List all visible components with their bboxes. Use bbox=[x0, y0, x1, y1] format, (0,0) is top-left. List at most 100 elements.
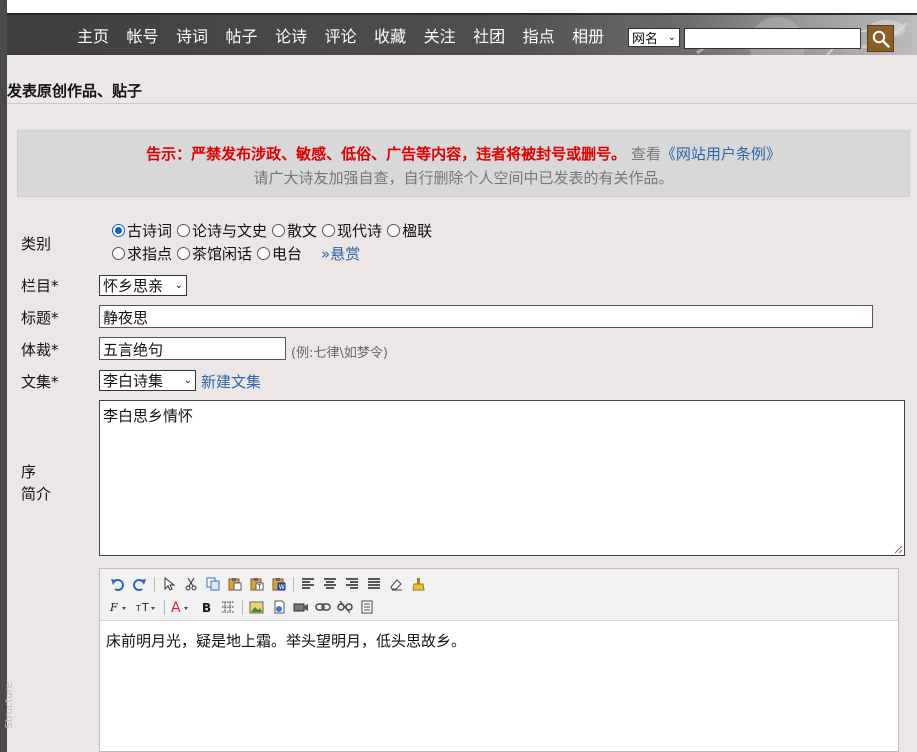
genre-label: 体裁* bbox=[21, 341, 59, 359]
svg-text:W: W bbox=[278, 584, 284, 591]
category-option-classical[interactable]: 古诗词 bbox=[112, 220, 172, 241]
toolbar-separator bbox=[242, 599, 243, 615]
category-option-couplet[interactable]: 楹联 bbox=[387, 220, 432, 241]
top-navbar: 主页 帐号 诗词 帖子 论诗 评论 收藏 关注 社团 指点 相册 网名 ⌄ bbox=[7, 13, 917, 55]
search-input[interactable] bbox=[684, 28, 861, 49]
paste-text-icon[interactable]: T bbox=[247, 575, 266, 594]
editor-toolbar: T W F T T A B bbox=[100, 569, 898, 621]
column-select[interactable]: 怀乡思亲 ⌄ bbox=[99, 275, 187, 296]
resize-grip-icon[interactable] bbox=[894, 545, 903, 554]
source-icon[interactable] bbox=[357, 598, 376, 617]
genre-input[interactable]: 五言绝句 bbox=[99, 337, 286, 360]
category-option-radio[interactable]: 电台 bbox=[257, 243, 302, 264]
intro-label: 简介 bbox=[21, 485, 52, 503]
radio-checked-icon bbox=[112, 224, 125, 237]
search-type-select[interactable]: 网名 ⌄ bbox=[628, 28, 680, 47]
insert-media-icon[interactable] bbox=[269, 598, 288, 617]
copy-icon[interactable] bbox=[203, 575, 222, 594]
select-all-icon[interactable] bbox=[159, 575, 178, 594]
redo-icon[interactable] bbox=[130, 575, 149, 594]
toolbar-separator bbox=[164, 599, 165, 615]
nav-home[interactable]: 主页 bbox=[77, 23, 109, 47]
paste-word-icon[interactable]: W bbox=[269, 575, 288, 594]
svg-text:T: T bbox=[136, 604, 141, 613]
nav-account[interactable]: 帐号 bbox=[127, 23, 159, 47]
align-left-icon[interactable] bbox=[298, 575, 317, 594]
toolbar-row-2: F TT A B bbox=[108, 597, 379, 617]
toolbar-separator bbox=[154, 576, 155, 592]
column-label: 栏目* bbox=[21, 277, 59, 295]
eraser-icon[interactable] bbox=[386, 575, 405, 594]
undo-icon[interactable] bbox=[108, 575, 127, 594]
toolbar-separator bbox=[293, 576, 294, 592]
notice-warning: 告示：严禁发布涉政、敏感、低俗、广告等内容，违者将被封号或删号。 bbox=[146, 145, 627, 163]
column-select-value: 怀乡思亲 bbox=[103, 277, 164, 295]
radio-icon bbox=[322, 224, 336, 237]
category-option-criticism[interactable]: 论诗与文史 bbox=[177, 220, 267, 241]
preface-text: 李白思乡情怀 bbox=[103, 407, 194, 425]
align-right-icon[interactable] bbox=[342, 575, 361, 594]
category-label: 类别 bbox=[21, 235, 52, 253]
top-strip bbox=[7, 0, 917, 13]
collection-select-value: 李白诗集 bbox=[103, 372, 164, 390]
nav-album[interactable]: 相册 bbox=[572, 23, 604, 47]
nav-clubs[interactable]: 社团 bbox=[473, 23, 505, 47]
category-option-teahouse[interactable]: 茶馆闲话 bbox=[177, 243, 252, 264]
category-option-guidance[interactable]: 求指点 bbox=[112, 243, 172, 264]
chevron-down-icon: ⌄ bbox=[174, 280, 183, 291]
nav-menu: 主页 帐号 诗词 帖子 论诗 评论 收藏 关注 社团 指点 相册 bbox=[77, 15, 622, 55]
body-editor: T W F T T A B 床前明月光，疑是地上霜。举头望明月，低头思故乡。 bbox=[99, 568, 899, 752]
category-row-1: 古诗词 论诗与文史 散文 现代诗 楹联 bbox=[112, 220, 437, 241]
nav-guidance[interactable]: 指点 bbox=[523, 23, 555, 47]
cut-icon[interactable] bbox=[181, 575, 200, 594]
category-row-2: 求指点 茶馆闲话 电台 »悬赏 bbox=[112, 243, 360, 264]
format-brush-icon[interactable] bbox=[408, 575, 427, 594]
svg-text:A: A bbox=[171, 600, 181, 614]
toolbar-row-1: T W bbox=[108, 574, 430, 594]
justify-icon[interactable] bbox=[364, 575, 383, 594]
nav-discussion[interactable]: 论诗 bbox=[275, 23, 307, 47]
font-color-icon[interactable]: A bbox=[169, 598, 193, 617]
title-label: 标题* bbox=[21, 309, 59, 327]
svg-text:T: T bbox=[141, 601, 149, 613]
category-option-modern[interactable]: 现代诗 bbox=[322, 220, 382, 241]
bounty-link[interactable]: »悬赏 bbox=[321, 243, 360, 264]
unlink-icon[interactable] bbox=[335, 598, 354, 617]
link-icon[interactable] bbox=[313, 598, 332, 617]
search-icon bbox=[872, 30, 890, 48]
devtools-structure-label: Structure bbox=[3, 682, 15, 729]
align-center-icon[interactable] bbox=[320, 575, 339, 594]
preface-textarea[interactable]: 李白思乡情怀 bbox=[99, 400, 905, 556]
collection-label: 文集* bbox=[21, 373, 59, 391]
nav-comments[interactable]: 评论 bbox=[325, 23, 357, 47]
left-edge-strip: Structure bbox=[0, 0, 15, 752]
search-type-value: 网名 bbox=[632, 32, 659, 47]
nav-follow[interactable]: 关注 bbox=[424, 23, 456, 47]
bold-icon[interactable]: B bbox=[196, 598, 215, 617]
nav-posts[interactable]: 帖子 bbox=[226, 23, 258, 47]
genre-hint: (例:七律\如梦令) bbox=[291, 346, 388, 361]
font-size-icon[interactable]: TT bbox=[135, 598, 159, 617]
notice-box: 告示：严禁发布涉政、敏感、低俗、广告等内容，违者将被封号或删号。 查看《网站用户… bbox=[17, 130, 910, 197]
radio-icon bbox=[257, 247, 271, 260]
paste-icon[interactable] bbox=[225, 575, 244, 594]
category-option-prose[interactable]: 散文 bbox=[272, 220, 317, 241]
title-input[interactable]: 静夜思 bbox=[99, 305, 873, 328]
insert-video-icon[interactable] bbox=[291, 598, 310, 617]
search-button[interactable] bbox=[867, 25, 894, 52]
font-family-icon[interactable]: F bbox=[108, 598, 132, 617]
editor-content[interactable]: 床前明月光，疑是地上霜。举头望明月，低头思故乡。 bbox=[106, 630, 466, 651]
page-title: 发表原创作品、贴子 bbox=[7, 82, 143, 100]
nav-favorites[interactable]: 收藏 bbox=[374, 23, 406, 47]
table-icon[interactable] bbox=[218, 598, 237, 617]
collection-select[interactable]: 李白诗集 ⌄ bbox=[99, 370, 196, 391]
title-divider bbox=[7, 103, 917, 104]
insert-image-icon[interactable] bbox=[247, 598, 266, 617]
new-collection-link[interactable]: 新建文集 bbox=[201, 371, 261, 392]
radio-icon bbox=[177, 247, 191, 260]
nav-poems[interactable]: 诗词 bbox=[176, 23, 208, 47]
notice-see: 查看 bbox=[630, 145, 661, 163]
rules-link[interactable]: 《网站用户条例》 bbox=[661, 145, 781, 163]
preface-label: 序 bbox=[21, 463, 37, 481]
svg-text:F: F bbox=[109, 601, 118, 613]
